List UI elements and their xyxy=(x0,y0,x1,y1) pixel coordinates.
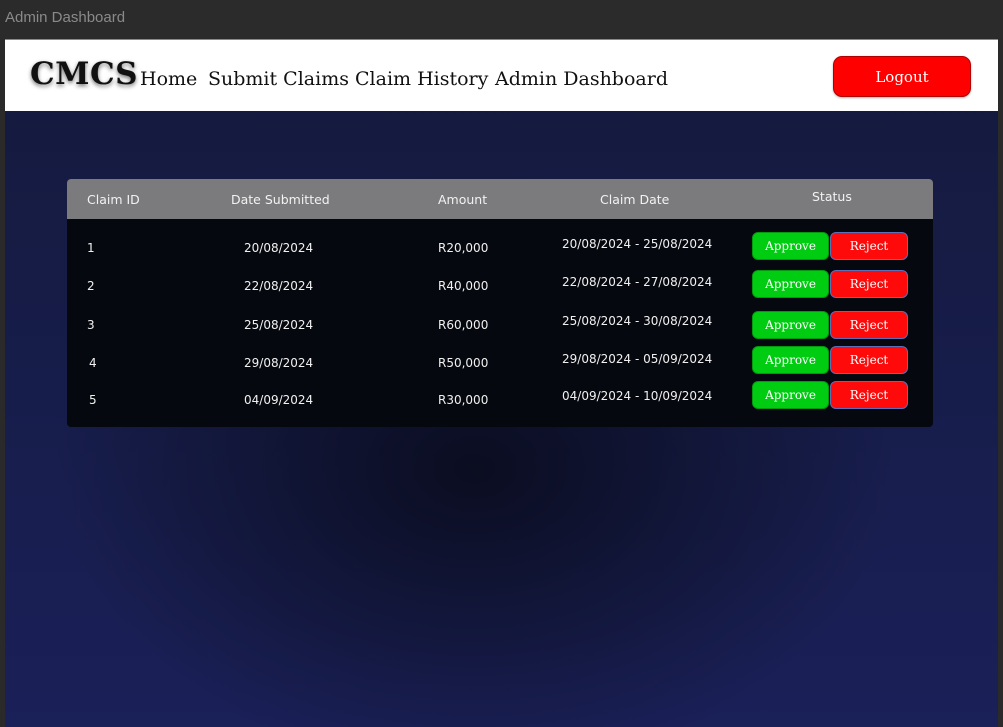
nav-link-admin-dashboard[interactable]: Admin Dashboard xyxy=(495,68,668,90)
window-titlebar: Admin Dashboard xyxy=(0,0,1003,38)
reject-button[interactable]: Reject xyxy=(830,311,908,339)
approve-button[interactable]: Approve xyxy=(752,311,829,339)
nav-link-home[interactable]: Home xyxy=(140,68,197,90)
reject-button[interactable]: Reject xyxy=(830,270,908,298)
logout-button[interactable]: Logout xyxy=(833,56,971,97)
top-navbar: CMCS Home Submit Claims Claim History Ad… xyxy=(5,39,998,111)
approve-button[interactable]: Approve xyxy=(752,232,829,260)
window-title: Admin Dashboard xyxy=(5,9,126,26)
reject-button[interactable]: Reject xyxy=(830,346,908,374)
cell-date-submitted: 25/08/2024 xyxy=(244,318,314,332)
approve-button[interactable]: Approve xyxy=(752,381,829,409)
reject-button[interactable]: Reject xyxy=(830,232,908,260)
cell-claim-date: 22/08/2024 - 27/08/2024 xyxy=(562,275,713,289)
cell-claim-date: 04/09/2024 - 10/09/2024 xyxy=(562,389,713,403)
cell-claim-id: 1 xyxy=(87,241,95,255)
cell-date-submitted: 29/08/2024 xyxy=(244,356,314,370)
table-row: 5 04/09/2024 R30,000 04/09/2024 - 10/09/202… xyxy=(67,179,933,409)
cell-date-submitted: 22/08/2024 xyxy=(244,279,314,293)
cell-claim-date: 29/08/2024 - 05/09/2024 xyxy=(562,352,713,366)
nav-link-submit-claims[interactable]: Submit Claims xyxy=(208,68,349,90)
cell-amount: R60,000 xyxy=(438,318,489,332)
cell-date-submitted: 20/08/2024 xyxy=(244,241,314,255)
approve-button[interactable]: Approve xyxy=(752,346,829,374)
cell-amount: R30,000 xyxy=(438,393,489,407)
brand-logo[interactable]: CMCS xyxy=(30,56,138,92)
page-viewport: CMCS Home Submit Claims Claim History Ad… xyxy=(5,39,998,727)
cell-claim-date: 20/08/2024 - 25/08/2024 xyxy=(562,237,713,251)
claims-table: Claim ID Date Submitted Amount Claim Dat… xyxy=(67,179,933,427)
cell-date-submitted: 04/09/2024 xyxy=(244,393,314,407)
cell-claim-id: 4 xyxy=(89,356,97,370)
cell-amount: R20,000 xyxy=(438,241,489,255)
cell-claim-id: 5 xyxy=(89,393,97,407)
cell-amount: R50,000 xyxy=(438,356,489,370)
nav-link-claim-history[interactable]: Claim History xyxy=(355,68,488,90)
cell-claim-date: 25/08/2024 - 30/08/2024 xyxy=(562,314,713,328)
approve-button[interactable]: Approve xyxy=(752,270,829,298)
reject-button[interactable]: Reject xyxy=(830,381,908,409)
cell-claim-id: 2 xyxy=(87,279,95,293)
cell-claim-id: 3 xyxy=(87,318,95,332)
cell-amount: R40,000 xyxy=(438,279,489,293)
